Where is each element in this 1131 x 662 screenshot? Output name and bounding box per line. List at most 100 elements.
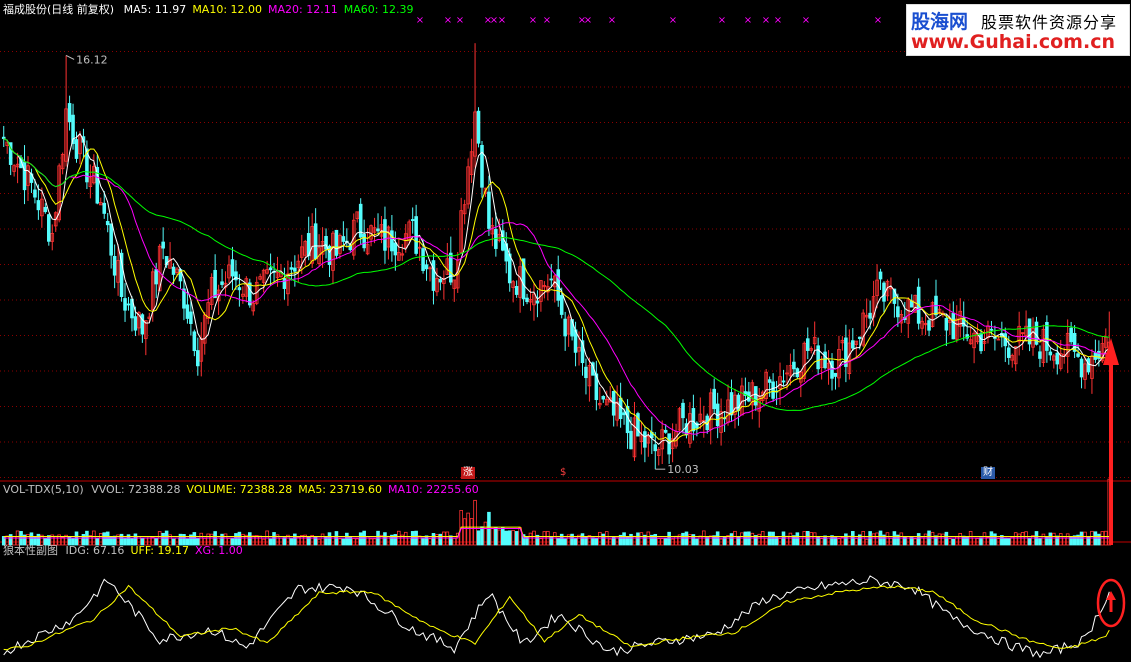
volume-bar [847, 535, 852, 546]
candle-body [563, 318, 567, 337]
event-mark-finance[interactable]: 财 [981, 467, 995, 479]
volume-bar [684, 531, 689, 546]
candle-body [584, 366, 588, 379]
candle-body [196, 350, 200, 367]
volume-bar [358, 532, 363, 546]
candle-body [289, 267, 294, 270]
top-marker: × [874, 15, 882, 26]
volume-bar [740, 532, 744, 546]
volume-bar [1017, 533, 1021, 546]
logo-slogan: 股票软件资源分享 [981, 13, 1118, 32]
candle-body [1045, 321, 1049, 351]
volume-bar [958, 532, 963, 546]
event-mark-dividend[interactable]: $ [558, 467, 569, 479]
chart-canvas[interactable]: ××××××××××××××××××××16.1210.03 [0, 0, 1131, 662]
volume-bar [986, 536, 990, 546]
candle-body [781, 380, 786, 383]
volume-bar [812, 532, 817, 546]
ma-label-ma10: MA10: 12.00 [192, 3, 263, 16]
candle-body [22, 161, 27, 191]
volume-bar [462, 518, 467, 546]
volume-bar [258, 535, 262, 546]
idg-line [3, 575, 1110, 659]
volume-bar [511, 530, 515, 546]
volume-bar [698, 535, 703, 546]
volume-bar [417, 535, 422, 546]
volume-bar [993, 533, 997, 546]
volume-bar [941, 533, 945, 546]
volume-bar [653, 533, 658, 546]
volume-bar [504, 530, 509, 546]
volume-bar [1065, 533, 1070, 546]
candle-body [171, 266, 176, 275]
volume-bar [636, 532, 640, 546]
candle-body [1038, 351, 1042, 359]
volume-bar [840, 536, 845, 546]
sub-label-xg: XG: 1.00 [194, 544, 243, 557]
ma-label-ma60: MA60: 12.39 [343, 3, 414, 16]
candle-body [1086, 358, 1091, 373]
high-label: 16.12 [76, 53, 108, 66]
volume-bar [844, 533, 848, 546]
volume-bar [320, 533, 325, 546]
candle-body [109, 223, 113, 256]
vol-label-volume: VOLUME: 72388.28 [186, 483, 293, 496]
candle-body [383, 219, 387, 251]
volume-indicator-name[interactable]: VOL-TDX(5,10) [3, 483, 84, 496]
candle-body [393, 242, 398, 256]
candle-body [851, 340, 855, 349]
volume-bar [383, 532, 387, 546]
candle-body [771, 381, 775, 399]
candle-body [868, 312, 872, 319]
event-mark-limit-up[interactable]: 涨 [461, 467, 475, 479]
volume-bar [1041, 533, 1046, 546]
volume-bar [899, 532, 904, 546]
volume-bar [979, 537, 983, 546]
uff-line [3, 584, 1110, 651]
candle-body [154, 269, 159, 285]
volume-bar [500, 527, 505, 546]
candle-body [414, 216, 418, 254]
candle-body [622, 412, 626, 416]
volume-bar [916, 533, 921, 546]
stock-name[interactable]: 福成股份 [3, 3, 47, 16]
volume-bar [407, 537, 411, 546]
volume-bar [324, 536, 328, 546]
candle-body [105, 221, 110, 226]
top-marker: × [669, 15, 677, 26]
volume-bar [695, 538, 699, 546]
candle-body [830, 360, 834, 379]
volume-bar [1083, 531, 1087, 546]
candle-body [431, 260, 436, 291]
candle-body [601, 396, 606, 400]
volume-bar [799, 537, 803, 546]
volume-bar [282, 537, 287, 546]
volume-bar [424, 535, 429, 546]
candle-body [767, 379, 772, 383]
volume-bar [528, 532, 533, 546]
volume-bar [1027, 537, 1032, 546]
volume-bar [507, 530, 512, 546]
sub-indicator-title[interactable]: 狼本性副图 [3, 544, 58, 557]
volume-bar [1020, 532, 1025, 546]
volume-bar [341, 538, 346, 546]
volume-bar [293, 533, 297, 546]
price-panel[interactable] [1, 43, 1112, 470]
candle-body [438, 278, 443, 283]
top-marker: × [718, 15, 726, 26]
volume-bar [767, 531, 772, 546]
volume-bar [556, 537, 561, 546]
period-label: (日线 前复权) [47, 3, 115, 16]
candle-body [424, 264, 429, 270]
volume-bar [591, 537, 595, 546]
volume-bar [573, 538, 578, 546]
sub-legend: IDG: 67.16 UFF: 19.17 XG: 1.00 [66, 544, 249, 557]
volume-bar [937, 533, 942, 546]
candle-body [857, 336, 862, 339]
ma-legend: MA5: 11.97 MA10: 12.00 MA20: 12.11 MA60: 12… [124, 3, 420, 16]
sub-indicator-panel[interactable] [3, 575, 1110, 659]
candle-body [362, 234, 366, 249]
candle-body [712, 388, 716, 410]
volume-bar [833, 537, 838, 546]
top-marker: × [498, 15, 506, 26]
